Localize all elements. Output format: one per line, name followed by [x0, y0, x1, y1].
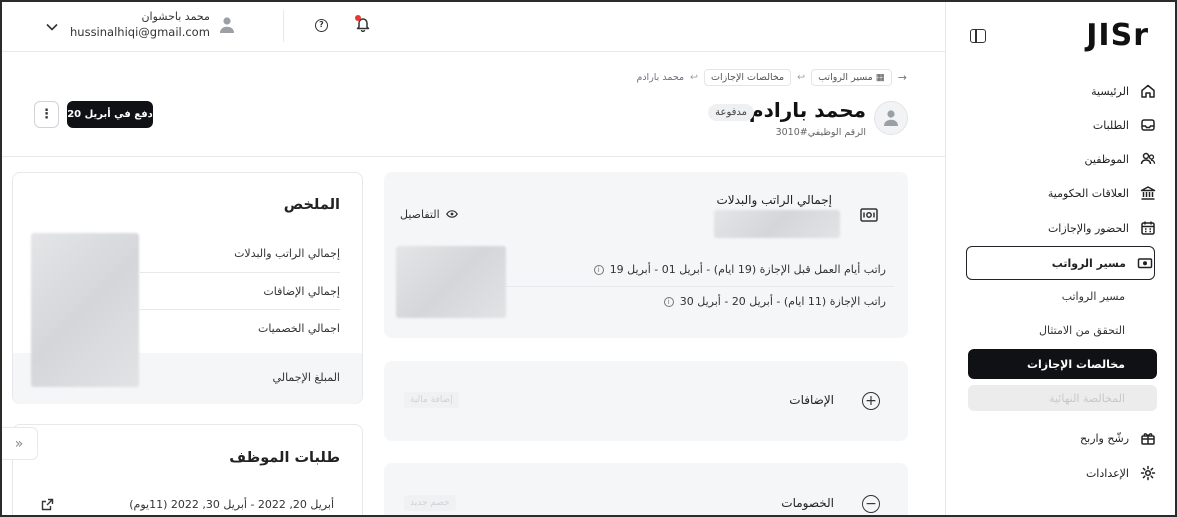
sidebar-item-attendance[interactable]: الحضور والإجازات	[968, 211, 1157, 245]
user-menu[interactable]: محمد باحشوان hussinalhiqi@gmail.com	[70, 10, 210, 39]
chevron-down-icon[interactable]	[46, 20, 58, 34]
add-financial-button[interactable]: إضافة مالية	[404, 392, 459, 408]
sidebar-item-employees[interactable]: الموظفين	[968, 142, 1157, 176]
request-item: أبريل 20, 2022 - أبريل 30, 2022 (11يوم)	[129, 498, 334, 511]
breadcrumb: → ▦ مسير الرواتب ↩ مخالصات الإجازات ↩ مح…	[636, 69, 907, 86]
additions-title: الإضافات	[789, 393, 834, 407]
sidebar-sub-final-settlement[interactable]: المخالصة النهائية	[968, 385, 1157, 411]
salary-card: إجمالي الراتب والبدلات التفاصيل راتب أيا…	[384, 172, 908, 338]
user-email: hussinalhiqi@gmail.com	[70, 25, 210, 39]
header-divider	[0, 156, 945, 157]
requests-panel: طلبات الموظف أبريل 20, 2022 - أبريل 30, …	[12, 424, 363, 517]
user-avatar-icon[interactable]	[219, 16, 235, 34]
external-link-icon[interactable]	[41, 498, 54, 514]
bank-icon	[1139, 184, 1157, 202]
sidebar-sub-leave-settlements[interactable]: مخالصات الإجازات	[968, 349, 1157, 379]
pay-button[interactable]: دفع في أبريل 20	[67, 101, 153, 128]
sidebar-item-label: الرئيسية	[1091, 84, 1129, 98]
breadcrumb-employee: محمد بارادم	[636, 72, 685, 83]
notification-dot	[355, 15, 361, 21]
sidebar: JISr الرئيسية الطلبات الموظفين العلاقات …	[945, 0, 1177, 517]
deductions-card: − الخصومات خصم جديد	[384, 463, 908, 517]
summary-title: الملخص	[283, 197, 340, 213]
inbox-icon	[1139, 116, 1157, 134]
employee-avatar	[874, 101, 908, 135]
sidebar-item-label: الحضور والإجازات	[1047, 221, 1129, 235]
gear-icon	[1139, 464, 1157, 482]
more-options-button[interactable]: ⋮	[34, 101, 59, 128]
sidebar-sub-payroll[interactable]: مسير الرواتب	[1062, 290, 1125, 303]
sidebar-item-requests[interactable]: الطلبات	[968, 108, 1157, 142]
breadcrumb-leave-settlements[interactable]: مخالصات الإجازات	[704, 69, 792, 86]
sidebar-item-label: مسير الرواتب	[1051, 256, 1126, 270]
employee-id: الرقم الوظيفي#3010	[775, 127, 866, 138]
breadcrumb-separator-icon: ↩	[797, 72, 806, 83]
money-icon	[1136, 254, 1154, 272]
new-deduction-button[interactable]: خصم جديد	[404, 495, 456, 511]
gift-icon	[1139, 429, 1157, 447]
row-divider	[496, 286, 894, 287]
users-icon	[1139, 150, 1157, 168]
details-link[interactable]: التفاصيل	[400, 208, 458, 221]
sidebar-collapse-icon[interactable]	[970, 29, 986, 43]
salary-icon	[860, 208, 878, 225]
sidebar-item-refer[interactable]: رشّح واربح	[968, 421, 1157, 455]
help-icon[interactable]: ?	[315, 19, 328, 32]
sidebar-item-label: رشّح واربح	[1080, 431, 1129, 445]
sidebar-item-label: الإعدادات	[1085, 466, 1129, 480]
sidebar-item-settings[interactable]: الإعدادات	[968, 456, 1157, 490]
topbar-divider	[283, 10, 284, 42]
back-arrow-icon[interactable]: →	[898, 71, 907, 84]
breadcrumb-separator-icon: ↩	[690, 72, 699, 83]
sidebar-item-label: الطلبات	[1092, 118, 1129, 132]
topbar: محمد باحشوان hussinalhiqi@gmail.com ?	[0, 0, 945, 52]
sidebar-sub-compliance[interactable]: التحقق من الامتثال	[1039, 324, 1125, 337]
salary-amount-redacted	[714, 210, 840, 238]
sidebar-item-gov-relations[interactable]: العلاقات الحكومية	[968, 176, 1157, 210]
summary-row: إجمالي الراتب والبدلات	[234, 247, 340, 260]
salary-rows-amount-redacted	[396, 246, 506, 318]
info-icon[interactable]: i	[593, 264, 604, 275]
eye-icon	[445, 208, 458, 221]
building-icon: ▦	[875, 72, 885, 83]
plus-circle-icon[interactable]: +	[862, 392, 880, 410]
sidebar-item-payroll[interactable]: مسير الرواتب	[966, 246, 1155, 280]
salary-title: إجمالي الراتب والبدلات	[716, 193, 832, 207]
summary-total-label: المبلغ الإجمالي	[272, 371, 340, 384]
breadcrumb-payroll[interactable]: ▦ مسير الرواتب	[811, 69, 892, 86]
calendar-icon	[1139, 219, 1157, 237]
summary-divider	[140, 272, 340, 273]
user-name: محمد باحشوان	[141, 10, 210, 23]
expand-panel-button[interactable]: »	[0, 427, 38, 460]
home-icon	[1139, 82, 1157, 100]
minus-circle-icon[interactable]: −	[862, 495, 880, 513]
employee-name: محمد بارادم	[748, 98, 866, 122]
status-badge: مدفوعة	[708, 104, 754, 121]
summary-row: اجمالي الخصميات	[257, 322, 340, 335]
sidebar-item-home[interactable]: الرئيسية	[968, 74, 1157, 108]
summary-panel: الملخص إجمالي الراتب والبدلات إجمالي الإ…	[12, 172, 363, 404]
jisr-logo[interactable]: JISr	[1086, 18, 1149, 53]
deductions-title: الخصومات	[781, 496, 834, 510]
requests-title: طلبات الموظف	[229, 450, 340, 466]
sidebar-item-label: الموظفين	[1084, 152, 1129, 166]
salary-row: راتب أيام العمل قبل الإجازة (19 ايام) - …	[593, 263, 886, 276]
summary-amounts-redacted	[31, 233, 139, 387]
info-icon[interactable]: i	[663, 296, 674, 307]
sidebar-item-label: العلاقات الحكومية	[1047, 186, 1129, 200]
summary-divider	[140, 309, 340, 310]
salary-row: راتب الإجازة (11 ايام) - أبريل 20 - أبري…	[663, 295, 886, 308]
additions-card: + الإضافات إضافة مالية	[384, 361, 908, 441]
summary-row: إجمالي الإضافات	[263, 285, 340, 298]
